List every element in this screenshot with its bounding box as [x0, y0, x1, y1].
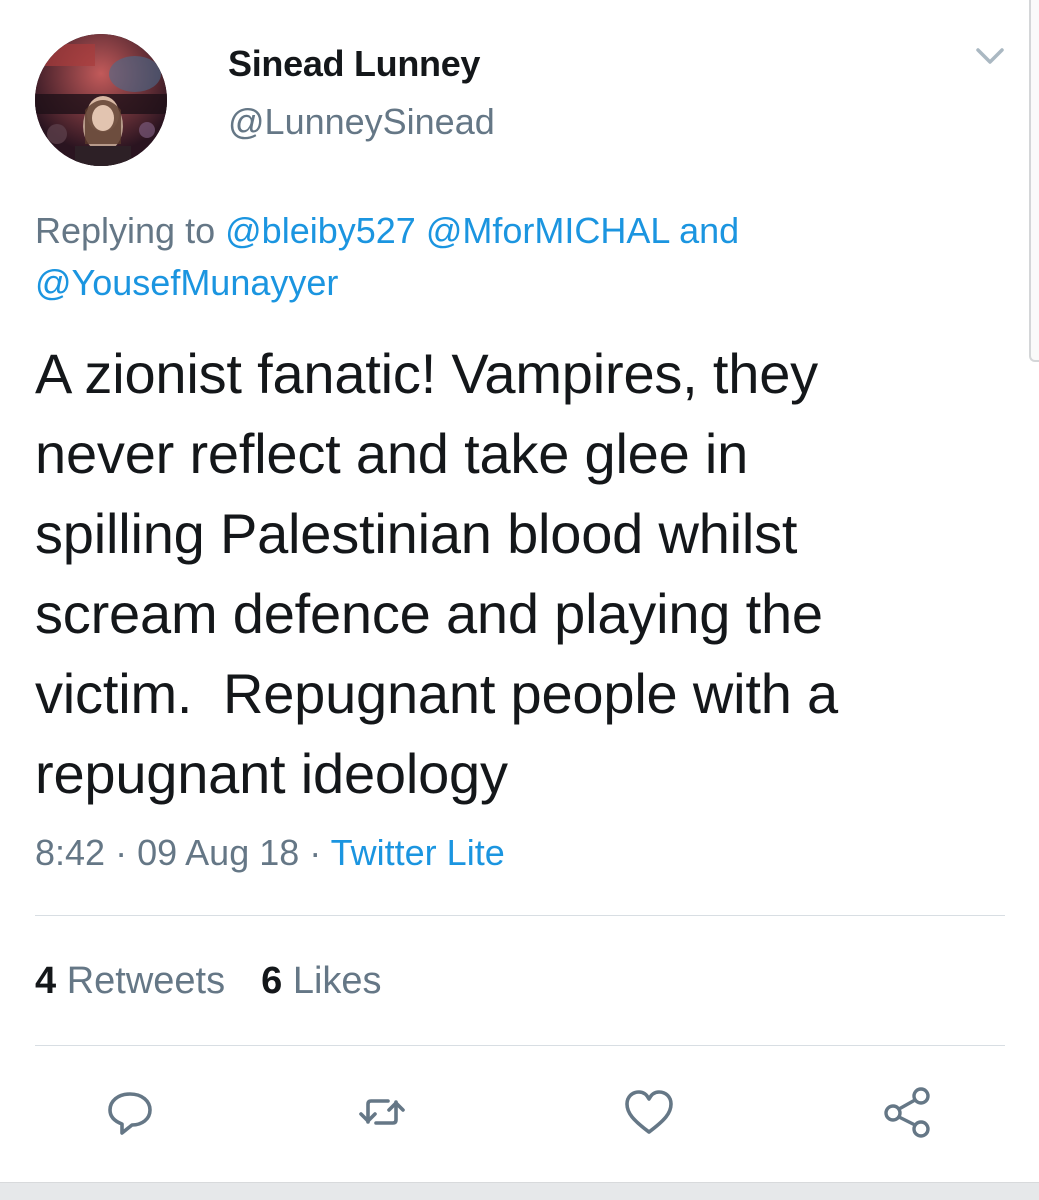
share-button[interactable] — [877, 1082, 937, 1142]
likes-label: Likes — [292, 960, 382, 1002]
author-handle[interactable]: @LunneySinead — [228, 101, 495, 143]
retweets-stat[interactable]: 4 Retweets — [35, 960, 225, 1002]
author-name[interactable]: Sinead Lunney — [228, 43, 480, 85]
likes-count: 6 — [261, 960, 283, 1002]
like-icon — [625, 1090, 673, 1134]
scroll-edge — [1029, 0, 1039, 362]
tweet-date: 09 Aug 18 — [137, 832, 300, 873]
retweet-button[interactable] — [352, 1082, 412, 1142]
replying-prefix: Replying to — [35, 210, 216, 251]
tweet-text: A zionist fanatic! Vampires, they never … — [35, 342, 838, 805]
divider — [35, 1045, 1005, 1046]
like-button[interactable] — [619, 1082, 679, 1142]
tweet-source[interactable]: Twitter Lite — [331, 832, 505, 873]
replying-to: Replying to @bleiby527 @MforMICHAL and @… — [35, 205, 995, 309]
retweets-count: 4 — [35, 960, 57, 1002]
retweets-label: Retweets — [66, 960, 226, 1002]
retweet-icon — [359, 1099, 405, 1125]
reply-button[interactable] — [100, 1082, 160, 1142]
reply-icon — [108, 1092, 152, 1135]
mention-link[interactable]: @MforMICHAL — [426, 210, 669, 251]
tweet-meta: 8:42 · 09 Aug 18 · Twitter Lite — [35, 832, 505, 874]
divider — [35, 915, 1005, 916]
bottom-bar — [0, 1182, 1039, 1200]
mention-and[interactable]: and — [679, 210, 739, 251]
mention-link[interactable]: @bleiby527 — [225, 210, 416, 251]
likes-stat[interactable]: 6 Likes — [261, 960, 381, 1002]
avatar-photo — [35, 34, 167, 166]
meta-separator: · — [115, 832, 128, 873]
tweet-stats: 4 Retweets 6 Likes — [35, 960, 382, 1003]
tweet-time: 8:42 — [35, 832, 106, 873]
share-icon — [884, 1087, 930, 1138]
tweet-detail-page: Sinead Lunney @LunneySinead Replying to … — [0, 0, 1039, 1200]
chevron-down-icon[interactable] — [970, 40, 1010, 72]
avatar[interactable] — [35, 34, 167, 166]
action-bar — [0, 1082, 1039, 1142]
meta-separator: · — [309, 832, 322, 873]
mention-link[interactable]: @YousefMunayyer — [35, 262, 338, 303]
